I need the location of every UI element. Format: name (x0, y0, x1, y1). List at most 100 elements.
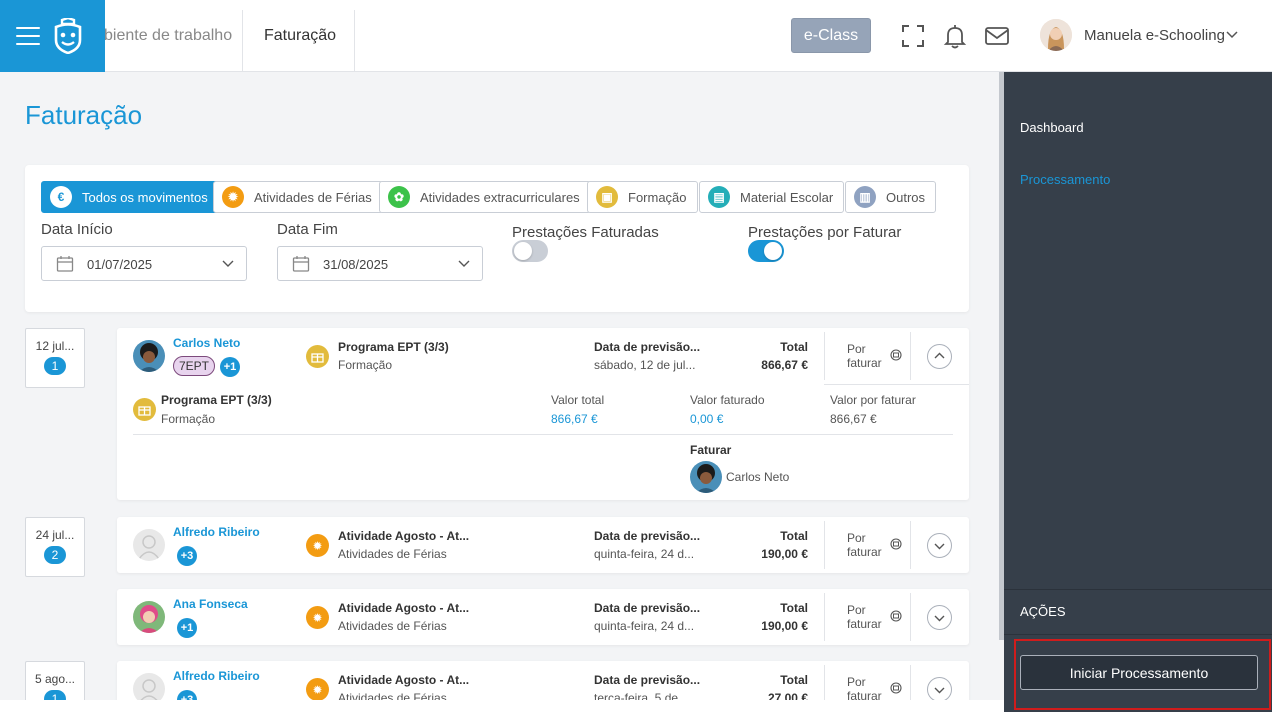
divider (1004, 589, 1272, 590)
chip-label: Atividades de Férias (254, 189, 372, 205)
avatar[interactable] (690, 461, 722, 493)
gift-icon (133, 398, 156, 421)
more-count-badge[interactable]: +1 (220, 357, 240, 377)
forecast-date-label: Data de previsão... (594, 529, 701, 543)
expand-button[interactable] (927, 677, 952, 702)
divider (824, 332, 825, 380)
divider (910, 332, 911, 380)
chip-training[interactable]: ▣ Formação (587, 181, 698, 213)
invoice-status-icon (890, 538, 902, 550)
right-panel: Dashboard Processamento AÇÕES (1004, 72, 1272, 712)
divider (910, 593, 911, 641)
movement-category: Atividades de Férias (338, 619, 447, 633)
forecast-date-value: sábado, 12 de jul... (594, 358, 696, 372)
actions-title: AÇÕES (1020, 604, 1066, 619)
person-name[interactable]: Alfredo Ribeiro (173, 669, 260, 683)
chevron-up-icon (934, 352, 945, 359)
status-text: Por faturar (847, 675, 882, 703)
start-date-input[interactable]: 01/07/2025 (41, 246, 247, 281)
end-date-value: 31/08/2025 (323, 257, 389, 272)
more-count-badge[interactable]: +3 (177, 546, 197, 566)
total-value: 866,67 € (761, 358, 808, 372)
gift-icon: ▣ (596, 186, 618, 208)
divider (824, 384, 969, 385)
filters-panel: € Todos os movimentos ✹ Atividades de Fé… (25, 165, 969, 312)
movement-card: Ana Fonseca +1 ✹ Atividade Agosto - At..… (117, 589, 969, 645)
status-text: Por faturar (847, 603, 882, 631)
chevron-down-icon[interactable] (1225, 28, 1239, 42)
person-name[interactable]: Ana Fonseca (173, 597, 248, 611)
start-processing-button[interactable]: Iniciar Processamento (1020, 655, 1258, 690)
nav-processing[interactable]: Processamento (1020, 172, 1110, 187)
bell-icon[interactable] (941, 22, 969, 50)
bill-person-name[interactable]: Carlos Neto (726, 470, 789, 484)
date-group-label: 24 jul... (35, 528, 75, 542)
total-label: Total (780, 673, 808, 687)
chevron-down-icon (934, 687, 945, 694)
invoiced-toggle[interactable] (512, 240, 548, 262)
chevron-down-icon (458, 260, 470, 267)
fullscreen-icon[interactable] (899, 22, 927, 50)
movement-title: Atividade Agosto - At... (338, 601, 470, 615)
movement-category: Atividades de Férias (338, 547, 447, 561)
bus-icon: ▤ (708, 186, 730, 208)
avatar[interactable] (133, 340, 165, 372)
flower-icon: ✿ (388, 186, 410, 208)
movement-card: Alfredo Ribeiro +3 ✹ Atividade Agosto - … (117, 517, 969, 573)
forecast-date-label: Data de previsão... (594, 601, 701, 615)
chip-label: Atividades extracurriculares (420, 189, 580, 205)
movement-title: Programa EPT (3/3) (338, 340, 449, 354)
mail-icon[interactable] (983, 22, 1011, 50)
user-name[interactable]: Manuela e-Schooling (1084, 27, 1225, 44)
logo-icon[interactable] (52, 18, 84, 54)
expand-button[interactable] (927, 605, 952, 630)
chip-all-movements[interactable]: € Todos os movimentos (41, 181, 219, 213)
tab-billing[interactable]: Faturação (264, 0, 336, 72)
date-group-count: 2 (44, 546, 66, 564)
total-label: Total (780, 340, 808, 354)
forecast-date-value: quinta-feira, 24 d... (594, 547, 695, 561)
invoice-status-icon (890, 349, 902, 361)
movement-title: Atividade Agosto - At... (338, 673, 470, 687)
chip-label: Material Escolar (740, 189, 834, 205)
class-tag: 7EPT (173, 356, 216, 376)
eclass-button[interactable]: e-Class (791, 18, 871, 53)
invoice-status-icon (890, 610, 902, 622)
start-date-value: 01/07/2025 (87, 257, 153, 272)
date-group-count: 1 (44, 357, 66, 375)
chip-holiday-activities[interactable]: ✹ Atividades de Férias (213, 181, 383, 213)
total-label: Total (780, 601, 808, 615)
movement-title: Atividade Agosto - At... (338, 529, 470, 543)
collapse-button[interactable] (927, 344, 952, 369)
total-value: 190,00 € (761, 547, 808, 561)
tab-divider (242, 10, 243, 72)
nav-dashboard[interactable]: Dashboard (1020, 120, 1084, 135)
person-name[interactable]: Alfredo Ribeiro (173, 525, 260, 539)
end-date-input[interactable]: 31/08/2025 (277, 246, 483, 281)
divider (824, 521, 825, 569)
chip-school-material[interactable]: ▤ Material Escolar (699, 181, 845, 213)
tab-workspace[interactable]: Ambiente de trabalho (102, 0, 242, 72)
expand-button[interactable] (927, 533, 952, 558)
chip-others[interactable]: ▥ Outros (845, 181, 937, 213)
chip-label: Outros (886, 189, 926, 205)
sun-icon: ✹ (306, 534, 329, 557)
sun-icon: ✹ (222, 186, 244, 208)
start-date-label: Data Início (41, 221, 113, 238)
chip-extracurricular[interactable]: ✿ Atividades extracurriculares (379, 181, 591, 213)
avatar[interactable] (133, 601, 165, 633)
divider (1004, 634, 1272, 635)
person-name[interactable]: Carlos Neto (173, 336, 240, 350)
detail-invoiced-value: 0,00 € (690, 412, 724, 426)
chevron-down-icon (934, 543, 945, 550)
to-invoice-toggle[interactable] (748, 240, 784, 262)
menu-icon[interactable] (16, 27, 40, 45)
user-avatar[interactable] (1040, 19, 1072, 51)
calendar-icon (56, 256, 74, 272)
forecast-date-label: Data de previsão... (594, 673, 701, 687)
forecast-date-label: Data de previsão... (594, 340, 701, 354)
movement-category: Formação (338, 358, 393, 372)
more-count-badge[interactable]: +1 (177, 618, 197, 638)
sun-icon: ✹ (306, 678, 329, 701)
avatar[interactable] (133, 529, 165, 561)
